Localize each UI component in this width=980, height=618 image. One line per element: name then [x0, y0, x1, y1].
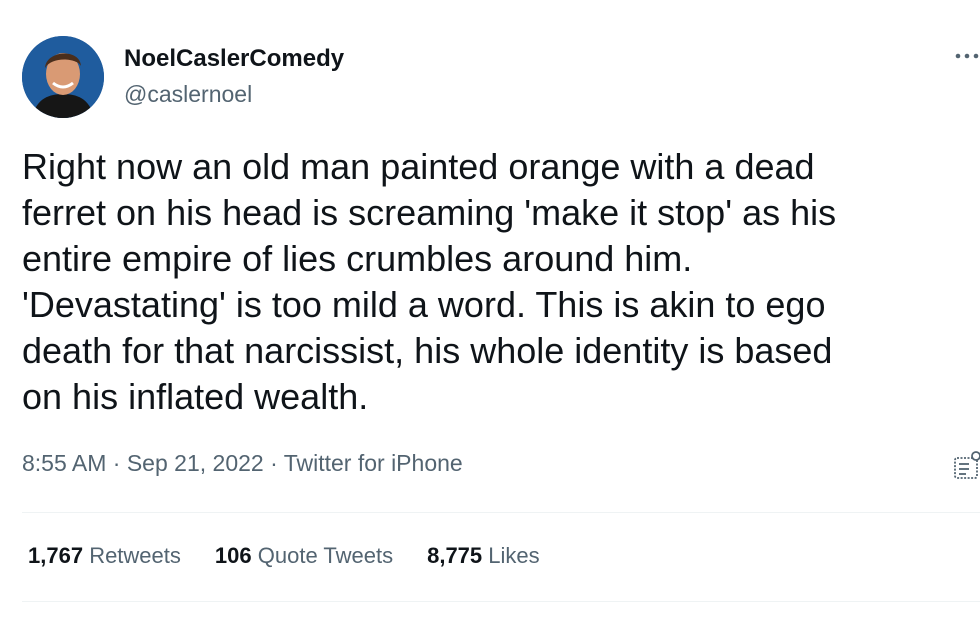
author-name[interactable]: NoelCaslerComedy	[124, 45, 344, 73]
divider	[22, 601, 980, 602]
quote-tweets-label: Quote Tweets	[257, 543, 394, 568]
tweet-text-line: 'Devastating' is too mild a word. This i…	[22, 284, 826, 325]
author-handle[interactable]: @caslernoel	[124, 81, 252, 108]
avatar-photo	[22, 36, 104, 118]
tweet-text-line: death for that narcissist, his whole ide…	[22, 330, 833, 371]
likes-stat[interactable]: 8,775 Likes	[427, 543, 540, 569]
retweets-label: Retweets	[89, 543, 181, 568]
tweet-time[interactable]: 8:55 AM	[22, 450, 106, 476]
likes-count: 8,775	[427, 543, 483, 568]
meta-separator: ·	[106, 450, 127, 476]
tweet-text-line: Right now an old man painted orange with…	[22, 146, 815, 187]
divider	[22, 512, 980, 513]
meta-separator: ·	[263, 450, 284, 476]
quote-tweets-stat[interactable]: 106 Quote Tweets	[215, 543, 393, 569]
avatar[interactable]	[22, 36, 104, 118]
tweet-text-line: on his inflated wealth.	[22, 376, 369, 417]
tweet-stats: 1,767 Retweets 106 Quote Tweets 8,775 Li…	[28, 543, 540, 569]
more-horizontal-icon[interactable]	[954, 46, 980, 66]
tweet-text-line: ferret on his head is screaming 'make it…	[22, 192, 837, 233]
tweet-source[interactable]: Twitter for iPhone	[284, 450, 463, 476]
quote-tweets-count: 106	[214, 543, 252, 568]
tweet-card: NoelCaslerComedy @caslernoel Right now a…	[0, 0, 980, 618]
likes-label: Likes	[488, 543, 540, 568]
tweet-text-line: entire empire of lies crumbles around hi…	[22, 238, 693, 279]
retweets-stat[interactable]: 1,767 Retweets	[28, 543, 181, 569]
tweet-metadata: 8:55 AM · Sep 21, 2022 · Twitter for iPh…	[22, 450, 463, 477]
tweet-date[interactable]: Sep 21, 2022	[127, 450, 264, 476]
retweets-count: 1,767	[28, 543, 84, 568]
tweet-text: Right now an old man painted orange with…	[22, 144, 962, 420]
analytics-icon[interactable]	[952, 450, 980, 482]
